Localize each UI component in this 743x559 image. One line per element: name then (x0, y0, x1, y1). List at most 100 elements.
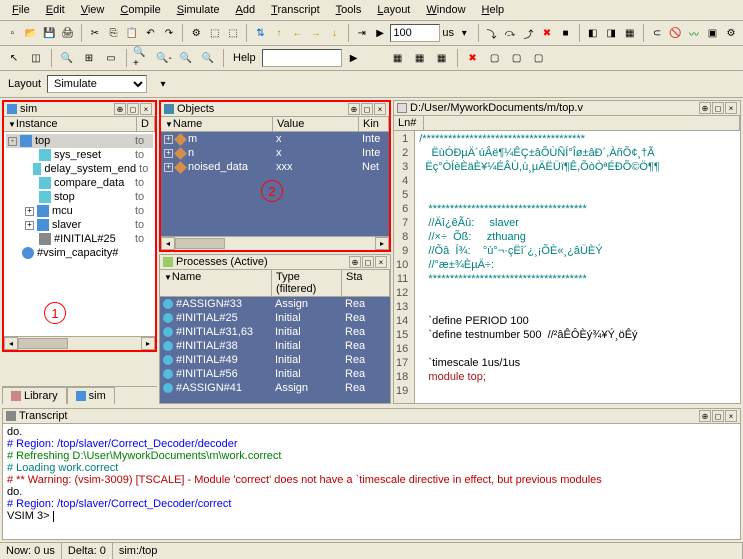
menu-help[interactable]: Help (474, 2, 513, 18)
misc1-icon[interactable]: ◧ (585, 23, 601, 43)
help-go-icon[interactable]: ▶ (344, 48, 364, 68)
run-left-icon[interactable]: ← (289, 23, 305, 43)
menu-window[interactable]: Window (418, 2, 473, 18)
maximize-icon[interactable]: ◻ (712, 410, 724, 422)
snap-icon[interactable]: ⊞ (79, 48, 99, 68)
tree-row[interactable]: #INITIAL#25to (6, 232, 153, 246)
copy-icon[interactable]: ⎘ (105, 23, 121, 43)
tool3-icon[interactable]: ▭ (101, 48, 121, 68)
print-icon[interactable]: 🖨 (59, 23, 75, 43)
process-row[interactable]: #ASSIGN#41AssignRea (160, 381, 390, 395)
restart-icon[interactable]: ⇅ (252, 23, 268, 43)
contains-icon[interactable]: ⊂ (649, 23, 665, 43)
window-icon[interactable]: ▣ (704, 23, 720, 43)
tree-row[interactable]: #vsim_capacity# (6, 246, 153, 260)
run-up-icon[interactable]: ↑ (271, 23, 287, 43)
col-proc-state[interactable]: Sta (342, 270, 390, 296)
col-instance[interactable]: ▼Instance (4, 117, 137, 131)
paste-icon[interactable]: 📋 (124, 23, 140, 43)
help-input[interactable] (262, 49, 342, 67)
maximize-icon[interactable]: ◻ (361, 103, 373, 115)
process-row[interactable]: #INITIAL#49InitialRea (160, 353, 390, 367)
tree-row[interactable]: +mcuto (6, 204, 153, 218)
cursor-icon[interactable]: ↖ (4, 48, 24, 68)
process-row[interactable]: #INITIAL#25InitialRea (160, 311, 390, 325)
pin-icon[interactable]: ⊕ (348, 103, 360, 115)
process-row[interactable]: #INITIAL#56InitialRea (160, 367, 390, 381)
col-proc-name[interactable]: ▼Name (160, 270, 272, 296)
run-unit-dropdown-icon[interactable]: ▾ (456, 23, 472, 43)
tree-row[interactable]: stopto (6, 190, 153, 204)
no-icon[interactable]: 🚫 (667, 23, 683, 43)
misc3-icon[interactable]: ▦ (621, 23, 637, 43)
save-icon[interactable]: 💾 (41, 23, 57, 43)
run-icon[interactable]: ▶ (372, 23, 388, 43)
sim-hscroll[interactable]: ◂▸ (4, 336, 155, 350)
zoom-in-icon[interactable]: 🔍+ (132, 48, 152, 68)
close-icon[interactable]: × (375, 256, 387, 268)
step-icon[interactable]: ⇥ (353, 23, 369, 43)
tree-row[interactable]: sys_resetto (6, 148, 153, 162)
grid2-icon[interactable]: ▦ (410, 48, 430, 68)
layout-dropdown-icon[interactable]: ▾ (153, 74, 173, 94)
close-icon[interactable]: × (725, 410, 737, 422)
open-icon[interactable]: 📂 (22, 23, 38, 43)
menu-compile[interactable]: Compile (112, 2, 168, 18)
tree-row[interactable]: delay_system_endto (6, 162, 153, 176)
menu-simulate[interactable]: Simulate (169, 2, 228, 18)
tree-row[interactable]: -topto (6, 134, 153, 148)
transcript-prompt[interactable]: VSIM 3> (7, 510, 736, 522)
grid3-icon[interactable]: ▦ (432, 48, 452, 68)
object-row[interactable]: +nxInte (161, 146, 389, 160)
close-icon[interactable]: × (374, 103, 386, 115)
source-code[interactable]: 12345678910111213141516171819 /*********… (394, 131, 740, 403)
tool2-icon[interactable]: ⬚ (225, 23, 241, 43)
step-over-icon[interactable]: ⤼ (502, 23, 518, 43)
misc2-icon[interactable]: ◨ (603, 23, 619, 43)
maximize-icon[interactable]: ◻ (362, 256, 374, 268)
dock2-icon[interactable]: ▢ (507, 48, 527, 68)
menu-add[interactable]: Add (228, 2, 264, 18)
expander-icon[interactable]: + (164, 135, 173, 144)
step-into-icon[interactable]: ⤵ (483, 23, 499, 43)
settings-icon[interactable]: ⚙ (723, 23, 739, 43)
compile-icon[interactable]: ⚙ (188, 23, 204, 43)
menu-tools[interactable]: Tools (328, 2, 370, 18)
col-proc-type[interactable]: Type (filtered) (272, 270, 342, 296)
maximize-icon[interactable]: ◻ (127, 103, 139, 115)
zoom-out-icon[interactable]: 🔍- (154, 48, 174, 68)
grid1-icon[interactable]: ▦ (388, 48, 408, 68)
process-row[interactable]: #INITIAL#31,63InitialRea (160, 325, 390, 339)
run-right-icon[interactable]: → (308, 23, 324, 43)
pin-icon[interactable]: ⊕ (699, 102, 711, 114)
process-row[interactable]: #ASSIGN#33AssignRea (160, 297, 390, 311)
close-icon[interactable]: × (140, 103, 152, 115)
wave-icon[interactable]: 〰 (686, 23, 702, 43)
process-row[interactable]: #INITIAL#38InitialRea (160, 339, 390, 353)
object-row[interactable]: +noised_dataxxxNet (161, 160, 389, 174)
pin-icon[interactable]: ⊕ (349, 256, 361, 268)
expander-icon[interactable]: + (164, 163, 173, 172)
redo-icon[interactable]: ↷ (161, 23, 177, 43)
col-name[interactable]: ▼Name (161, 117, 273, 131)
expander-icon[interactable]: + (25, 207, 34, 216)
expander-icon[interactable]: - (8, 137, 17, 146)
tool-icon[interactable]: ⬚ (206, 23, 222, 43)
break-icon[interactable]: ✖ (539, 23, 555, 43)
stop-sim-icon[interactable]: ■ (557, 23, 573, 43)
zoom1-icon[interactable]: 🔍 (57, 48, 77, 68)
col-kind[interactable]: Kin (359, 117, 389, 131)
layout-select[interactable]: Simulate (47, 75, 147, 93)
run-down-icon[interactable]: ↓ (326, 23, 342, 43)
zoom-fit-icon[interactable]: 🔍 (198, 48, 218, 68)
tree-row[interactable]: compare_datato (6, 176, 153, 190)
select-icon[interactable]: ◫ (26, 48, 46, 68)
run-time-input[interactable] (390, 24, 440, 42)
dock3-icon[interactable]: ▢ (529, 48, 549, 68)
tab-library[interactable]: Library (2, 387, 67, 404)
transcript-body[interactable]: do.# Region: /top/slaver/Correct_Decoder… (3, 424, 740, 539)
pin-icon[interactable]: ✖ (463, 48, 483, 68)
step-out-icon[interactable]: ⤴ (520, 23, 536, 43)
menu-transcript[interactable]: Transcript (263, 2, 328, 18)
col-value[interactable]: Value (273, 117, 359, 131)
